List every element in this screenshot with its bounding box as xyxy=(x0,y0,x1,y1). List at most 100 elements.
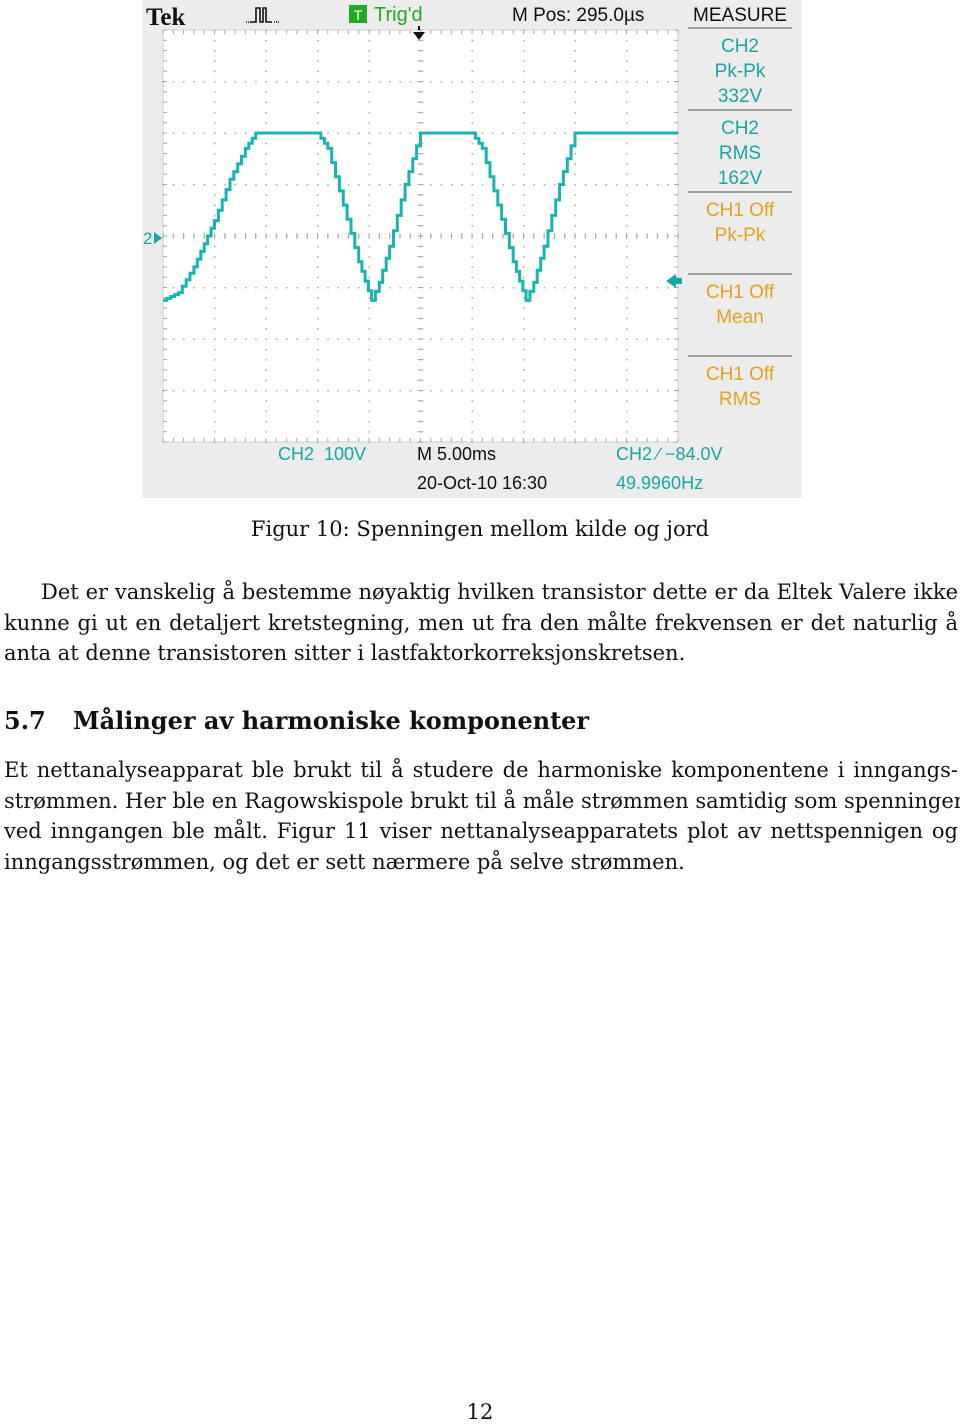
ch2-scale: CH2 100V xyxy=(278,444,366,464)
grid-dot xyxy=(163,142,167,144)
grid-dot xyxy=(327,338,329,340)
grid-dot xyxy=(163,70,167,72)
grid-dot xyxy=(471,91,473,93)
grid-dot xyxy=(471,266,473,268)
measurement-1-line[interactable]: 332V xyxy=(718,86,763,107)
grid-dot xyxy=(674,400,678,402)
grid-dot xyxy=(286,338,288,340)
grid-dot xyxy=(163,276,167,278)
grid-dot xyxy=(471,122,473,124)
grid-dot xyxy=(595,287,597,289)
grid-dot xyxy=(378,390,381,392)
grid-dot xyxy=(193,184,195,186)
grid-dot xyxy=(317,30,318,34)
grid-dot xyxy=(543,390,546,392)
grid-dot xyxy=(471,101,473,104)
grid-dot xyxy=(378,132,381,134)
grid-dot xyxy=(214,256,216,258)
measurement-1-line[interactable]: Pk-Pk xyxy=(715,61,766,82)
grid-dot xyxy=(275,184,278,186)
grid-dot xyxy=(574,328,576,330)
measurement-4-line[interactable]: CH1 Off xyxy=(706,282,775,303)
grid-dot xyxy=(461,30,463,34)
grid-dot xyxy=(286,30,288,34)
grid-dot xyxy=(265,390,267,392)
measurement-2-line[interactable]: 162V xyxy=(718,168,763,189)
grid-dot xyxy=(337,390,340,392)
grid-dot xyxy=(574,50,576,52)
grid-dot xyxy=(265,70,267,73)
grid-dot xyxy=(595,81,597,83)
grid-dot xyxy=(214,297,216,299)
grid-dot xyxy=(674,235,678,237)
grid-dot xyxy=(296,184,298,186)
grid-dot xyxy=(317,60,319,62)
grid-dot xyxy=(368,142,370,145)
grid-dot xyxy=(626,338,628,340)
grid-dot xyxy=(203,132,206,134)
frequency-readout: 49.9960Hz xyxy=(616,473,703,493)
grid-dot xyxy=(193,30,195,34)
grid-dot xyxy=(193,390,195,392)
grid-dot xyxy=(574,338,576,340)
grid-dot xyxy=(368,317,370,320)
grid-dot xyxy=(317,328,319,330)
grid-dot xyxy=(417,163,424,165)
grid-dot xyxy=(368,173,370,176)
grid-dot xyxy=(533,233,535,239)
grid-dot xyxy=(502,81,504,83)
grid-dot xyxy=(296,390,298,392)
grid-dot xyxy=(265,91,267,93)
measurement-3-line[interactable]: Pk-Pk xyxy=(715,225,766,246)
grid-dot xyxy=(553,287,556,289)
grid-dot xyxy=(574,122,576,124)
grid-dot xyxy=(214,60,216,62)
measurement-2-line[interactable]: RMS xyxy=(719,143,761,164)
grid-dot xyxy=(368,420,370,423)
grid-dot xyxy=(471,390,473,392)
grid-dot xyxy=(502,287,504,289)
grid-dot xyxy=(358,438,360,442)
grid-dot xyxy=(471,287,473,289)
grid-dot xyxy=(574,30,576,34)
grid-dot xyxy=(417,420,424,422)
page-number: 12 xyxy=(466,1400,494,1424)
grid-dot xyxy=(523,122,525,124)
grid-dot xyxy=(234,132,237,134)
measurement-5-line[interactable]: CH1 Off xyxy=(706,364,775,385)
grid-dot xyxy=(674,50,678,52)
grid-dot xyxy=(450,438,452,442)
ch2-marker: 2 xyxy=(143,229,152,248)
grid-dot xyxy=(626,70,628,73)
grid-dot xyxy=(368,431,370,433)
grid-dot xyxy=(674,328,678,330)
grid-dot xyxy=(286,287,288,289)
measurement-1-line[interactable]: CH2 xyxy=(721,36,759,57)
grid-dot xyxy=(615,81,618,83)
grid-dot xyxy=(674,91,678,93)
grid-dot xyxy=(492,233,494,239)
grid-dot xyxy=(574,173,576,176)
grid-dot xyxy=(368,307,370,310)
grid-dot xyxy=(368,390,370,392)
grid-dot xyxy=(214,30,215,34)
grid-dot xyxy=(605,287,607,289)
grid-dot xyxy=(306,338,309,340)
oscilloscope-display: Tek T Trig'd M Pos: 295.0µs MEASURE 2 CH… xyxy=(143,4,792,493)
grid-dot xyxy=(265,400,267,402)
grid-dot xyxy=(317,256,319,258)
grid-dot xyxy=(214,101,216,104)
grid-dot xyxy=(533,338,535,340)
grid-dot xyxy=(492,81,494,83)
grid-dot xyxy=(543,438,545,442)
grid-dot xyxy=(172,30,174,34)
measurement-4-line[interactable]: Mean xyxy=(716,307,764,328)
grid-dot xyxy=(317,194,319,196)
grid-dot xyxy=(214,204,216,207)
grid-dot xyxy=(553,30,555,34)
measurement-2-line[interactable]: CH2 xyxy=(721,118,759,139)
measurement-5-line[interactable]: RMS xyxy=(719,389,761,410)
grid-dot xyxy=(523,204,525,207)
grid-dot xyxy=(163,214,167,216)
measurement-3-line[interactable]: CH1 Off xyxy=(706,200,775,221)
